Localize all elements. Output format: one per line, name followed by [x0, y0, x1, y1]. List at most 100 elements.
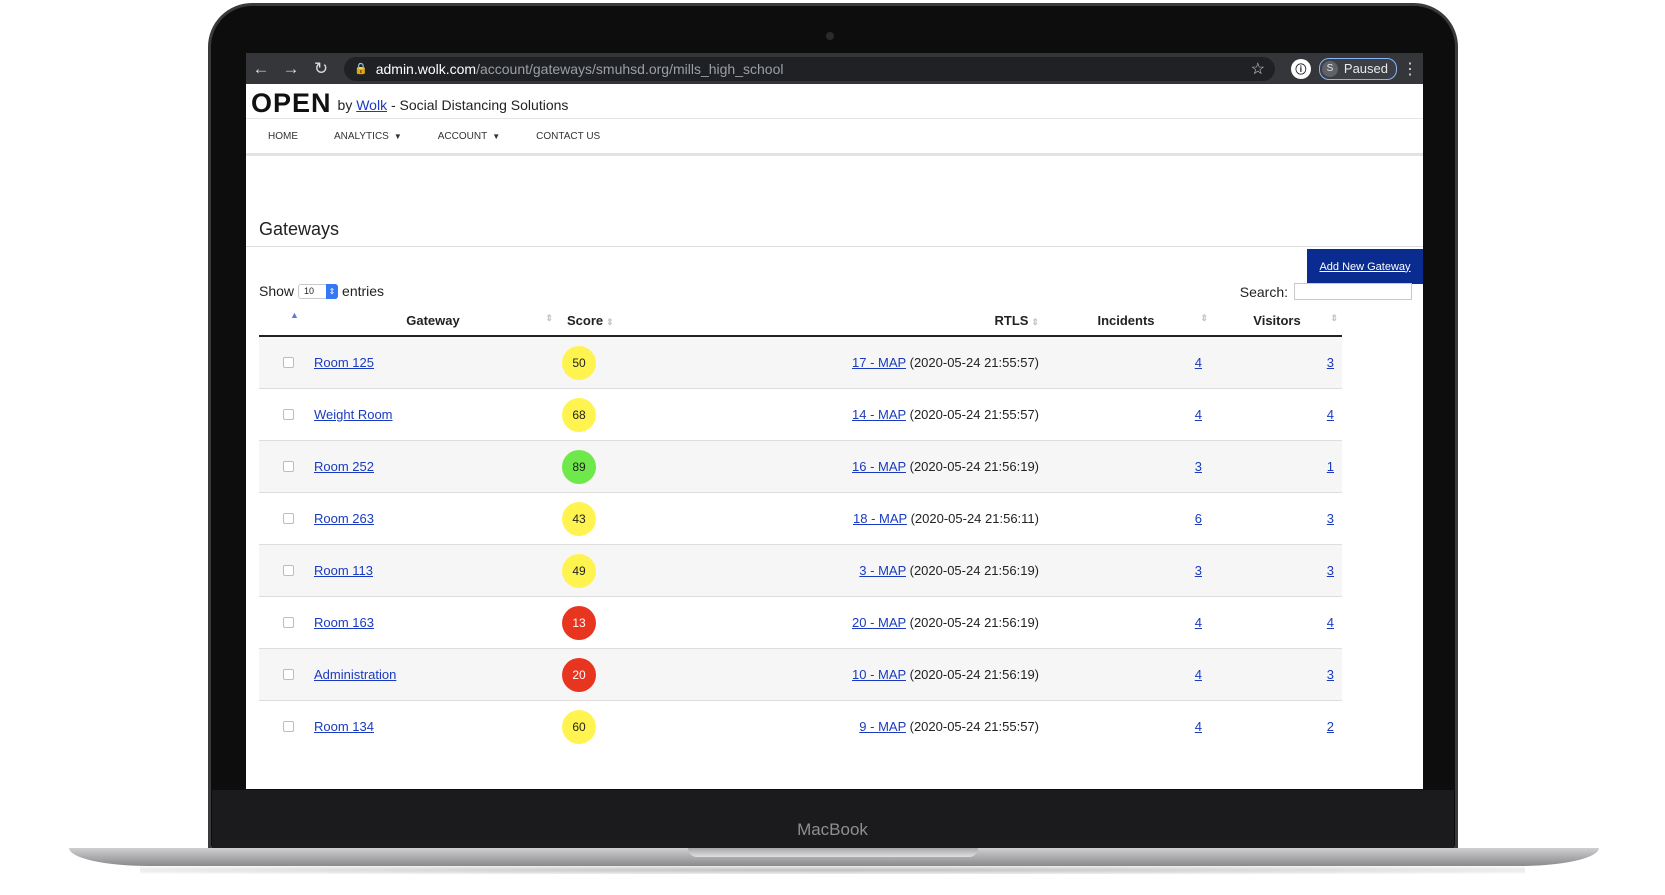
incidents-cell: 4 [1040, 596, 1212, 649]
visitors-link[interactable]: 4 [1327, 615, 1334, 630]
incidents-link[interactable]: 3 [1195, 459, 1202, 474]
column-header-score[interactable]: Score ⇕ [557, 305, 638, 337]
visitors-cell: 3 [1212, 544, 1342, 597]
caret-down-icon: ▼ [393, 131, 402, 141]
reload-icon[interactable]: ↻ [306, 59, 336, 79]
add-new-gateway-button[interactable]: Add New Gateway [1307, 249, 1423, 284]
visitors-link[interactable]: 3 [1327, 563, 1334, 578]
rtls-timestamp: (2020-05-24 21:55:57) [909, 355, 1039, 370]
bookmark-star-icon[interactable]: ☆ [1251, 59, 1265, 79]
row-checkbox[interactable] [283, 409, 294, 420]
site-logo[interactable]: OPEN [251, 88, 332, 118]
incidents-link[interactable]: 4 [1195, 667, 1202, 682]
score-badge: 43 [562, 501, 596, 536]
row-checkbox[interactable] [283, 357, 294, 368]
password-manager-icon[interactable]: ⓘ [1290, 58, 1311, 79]
column-header-gateway[interactable]: Gateway ⇕ [309, 305, 557, 337]
visitors-link[interactable]: 3 [1327, 667, 1334, 682]
gateway-link[interactable]: Room 125 [314, 355, 374, 370]
lock-icon: 🔒 [354, 63, 368, 75]
rtls-map-link[interactable]: 17 - MAP [852, 355, 906, 370]
rtls-cell: 14 - MAP (2020-05-24 21:55:57) [638, 388, 1040, 441]
column-header-incidents[interactable]: Incidents ⇕ [1040, 305, 1212, 337]
rtls-map-link[interactable]: 18 - MAP [853, 511, 907, 526]
menu-item-home[interactable]: HOME [268, 131, 298, 142]
gateway-link[interactable]: Room 263 [314, 511, 374, 526]
address-bar[interactable]: 🔒 admin.wolk.com/account/gateways/smuhsd… [344, 56, 1275, 81]
rtls-map-link[interactable]: 3 - MAP [859, 563, 906, 578]
gateway-link[interactable]: Room 134 [314, 719, 374, 734]
score-badge: 50 [562, 345, 596, 380]
incidents-cell: 6 [1040, 492, 1212, 545]
gateway-link[interactable]: Weight Room [314, 407, 393, 422]
gateway-link[interactable]: Room 252 [314, 459, 374, 474]
rtls-cell: 10 - MAP (2020-05-24 21:56:19) [638, 648, 1040, 701]
sort-icon: ⇕ [1200, 312, 1208, 323]
sort-icon: ⇕ [606, 316, 614, 327]
row-checkbox[interactable] [283, 461, 294, 472]
column-header-visitors[interactable]: Visitors ⇕ [1212, 305, 1342, 337]
visitors-link[interactable]: 1 [1327, 459, 1334, 474]
visitors-link[interactable]: 3 [1327, 511, 1334, 526]
visitors-cell: 4 [1212, 388, 1342, 441]
column-header-label: Incidents [1097, 312, 1155, 328]
incidents-link[interactable]: 4 [1195, 355, 1202, 370]
rtls-map-link[interactable]: 14 - MAP [852, 407, 906, 422]
visitors-link[interactable]: 4 [1327, 407, 1334, 422]
gateway-link[interactable]: Room 163 [314, 615, 374, 630]
score-badge: 60 [562, 709, 596, 744]
visitors-link[interactable]: 3 [1327, 355, 1334, 370]
gateway-cell: Weight Room [309, 388, 557, 441]
search-input[interactable] [1294, 283, 1412, 300]
incidents-cell: 4 [1040, 335, 1212, 389]
incidents-link[interactable]: 4 [1195, 407, 1202, 422]
incidents-link[interactable]: 3 [1195, 563, 1202, 578]
incidents-cell: 3 [1040, 440, 1212, 493]
score-cell: 13 [557, 596, 638, 649]
visitors-link[interactable]: 2 [1327, 719, 1334, 734]
select-column-header[interactable]: ▲ [259, 305, 309, 337]
tagline-by: by [337, 97, 353, 113]
row-checkbox[interactable] [283, 617, 294, 628]
url-host: admin.wolk.com [375, 60, 477, 77]
select-arrows-icon: ⇕ [326, 283, 339, 299]
profile-status: Paused [1343, 61, 1388, 76]
profile-button[interactable]: S Paused [1318, 57, 1397, 80]
browser-menu-icon[interactable]: ⋮ [1397, 59, 1423, 79]
row-checkbox[interactable] [283, 721, 294, 732]
entries-select[interactable]: 10 ⇕ [298, 283, 339, 299]
forward-arrow-icon[interactable]: → [276, 59, 306, 79]
gateways-table: ▲ Gateway ⇕ Score ⇕ RTLS ⇕ Incidents ⇕ Visit… [259, 305, 1342, 752]
gateway-link[interactable]: Administration [314, 667, 396, 682]
rtls-map-link[interactable]: 16 - MAP [852, 459, 906, 474]
incidents-link[interactable]: 4 [1195, 615, 1202, 630]
column-header-rtls[interactable]: RTLS ⇕ [638, 305, 1040, 337]
camera-icon [826, 32, 834, 40]
menu-item-analytics[interactable]: ANALYTICS ▼ [334, 131, 402, 142]
gateway-cell: Room 113 [309, 544, 557, 597]
rtls-cell: 3 - MAP (2020-05-24 21:56:19) [638, 544, 1040, 597]
incidents-link[interactable]: 4 [1195, 719, 1202, 734]
gateway-link[interactable]: Room 113 [314, 563, 373, 578]
score-badge: 68 [562, 397, 596, 432]
back-arrow-icon[interactable]: ← [246, 59, 276, 79]
gateway-cell: Room 125 [309, 335, 557, 389]
table-row: Room 263 43 18 - MAP (2020-05-24 21:56:1… [259, 492, 1342, 545]
row-checkbox[interactable] [283, 513, 294, 524]
row-checkbox[interactable] [283, 669, 294, 680]
row-select-cell [259, 700, 309, 752]
rtls-map-link[interactable]: 20 - MAP [852, 615, 906, 630]
rtls-timestamp: (2020-05-24 21:56:19) [909, 667, 1039, 682]
row-checkbox[interactable] [283, 565, 294, 576]
brand-link[interactable]: Wolk [356, 97, 387, 113]
gateway-cell: Room 263 [309, 492, 557, 545]
sort-icon: ⇕ [545, 312, 553, 323]
incidents-link[interactable]: 6 [1195, 511, 1202, 526]
rtls-map-link[interactable]: 9 - MAP [859, 719, 906, 734]
visitors-cell: 3 [1212, 335, 1342, 389]
table-row: Room 134 60 9 - MAP (2020-05-24 21:55:57… [259, 700, 1342, 752]
rtls-map-link[interactable]: 10 - MAP [852, 667, 906, 682]
menu-item-contact[interactable]: CONTACT US [536, 131, 600, 142]
menu-item-account[interactable]: ACCOUNT ▼ [438, 131, 500, 142]
title-divider [246, 246, 1423, 247]
